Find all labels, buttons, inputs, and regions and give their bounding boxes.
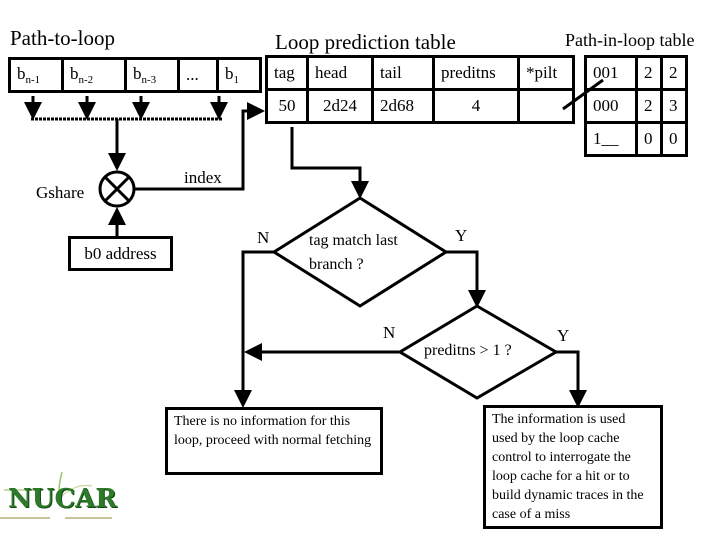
pilt-count-a: 2 — [635, 55, 663, 91]
pilt-count-b: 3 — [660, 88, 688, 124]
bit-base: b — [70, 64, 79, 83]
pilt-count-b: 2 — [660, 55, 688, 91]
y-branch-1 — [446, 250, 486, 308]
pilt-count-b: 0 — [660, 121, 688, 157]
cell-pilt — [517, 88, 575, 124]
loop-prediction-table: tag head tail preditns *pilt 50 2d24 2d6… — [265, 55, 575, 124]
bit-base: b — [225, 64, 234, 83]
header-preditns: preditns — [432, 55, 520, 91]
n-branch-1 — [234, 250, 274, 408]
logo-text: NUCAR — [8, 484, 117, 514]
path-bit-cell: b1 — [216, 57, 262, 93]
bit-sub: 1 — [233, 74, 240, 86]
path-bit-cell: bn-1 — [8, 57, 64, 93]
pilt-row: 000 2 3 — [584, 88, 688, 124]
path-bit-cell: bn-3 — [124, 57, 180, 93]
bit-base: ... — [186, 65, 199, 84]
bit-sub: n-1 — [25, 74, 41, 86]
label-gshare: Gshare — [36, 183, 85, 202]
loop-table-row: 50 2d24 2d68 4 — [265, 88, 575, 124]
b0-address-label: b0 address — [84, 244, 157, 263]
title-path-in-loop-table: Path-in-loop table — [565, 30, 695, 50]
nucar-logo: NUCAR — [0, 470, 120, 530]
pilt-path: 000 — [584, 88, 638, 124]
path-to-loop-register: bn-1 bn-2 bn-3 ... b1 — [8, 57, 262, 93]
cell-tail: 2d68 — [371, 88, 435, 124]
header-pilt: *pilt — [517, 55, 575, 91]
info-used-box: The information is used used by the loop… — [483, 405, 663, 529]
pilt-count-a: 2 — [635, 88, 663, 124]
gshare-xor-icon — [98, 170, 136, 208]
pilt-path: 1__ — [584, 121, 638, 157]
decision-preditns-text: preditns > 1 ? — [424, 342, 512, 359]
decision-tag-match-text: tag match last branch ? — [309, 229, 398, 277]
decision-tag-match-line1: tag match last — [309, 232, 398, 249]
path-bits-arrows — [24, 96, 228, 120]
decision-tag-match-line2: branch ? — [309, 256, 364, 273]
tag-to-decision — [290, 127, 369, 199]
label-index: index — [184, 168, 222, 187]
cell-tag: 50 — [265, 88, 309, 124]
label-n-preditns: N — [383, 323, 396, 342]
path-bit-cell: ... — [177, 57, 219, 93]
label-n-tag-match: N — [257, 228, 270, 247]
header-tag: tag — [265, 55, 309, 91]
path-in-loop-table: 001 2 2 000 2 3 1__ 0 0 — [584, 55, 688, 157]
title-path-to-loop: Path-to-loop — [10, 26, 115, 50]
cell-head: 2d24 — [306, 88, 374, 124]
pilt-path: 001 — [584, 55, 638, 91]
y-branch-2 — [556, 350, 587, 408]
pilt-row: 001 2 2 — [584, 55, 688, 91]
bit-sub: n-2 — [78, 74, 94, 86]
label-y-tag-match: Y — [455, 226, 468, 245]
pilt-row: 1__ 0 0 — [584, 121, 688, 157]
pilt-count-a: 0 — [635, 121, 663, 157]
bit-base: b — [133, 64, 142, 83]
path-bit-cell: bn-2 — [61, 57, 127, 93]
loop-table-header-row: tag head tail preditns *pilt — [265, 55, 575, 91]
header-tail: tail — [371, 55, 435, 91]
cell-preditns: 4 — [432, 88, 520, 124]
bit-base: b — [17, 64, 26, 83]
label-y-preditns: Y — [557, 326, 570, 345]
b0-address-box: b0 address — [68, 236, 173, 271]
no-info-box: There is no information for this loop, p… — [165, 407, 383, 475]
header-head: head — [306, 55, 374, 91]
title-loop-prediction-table: Loop prediction table — [275, 30, 456, 54]
bit-sub: n-3 — [141, 74, 157, 86]
